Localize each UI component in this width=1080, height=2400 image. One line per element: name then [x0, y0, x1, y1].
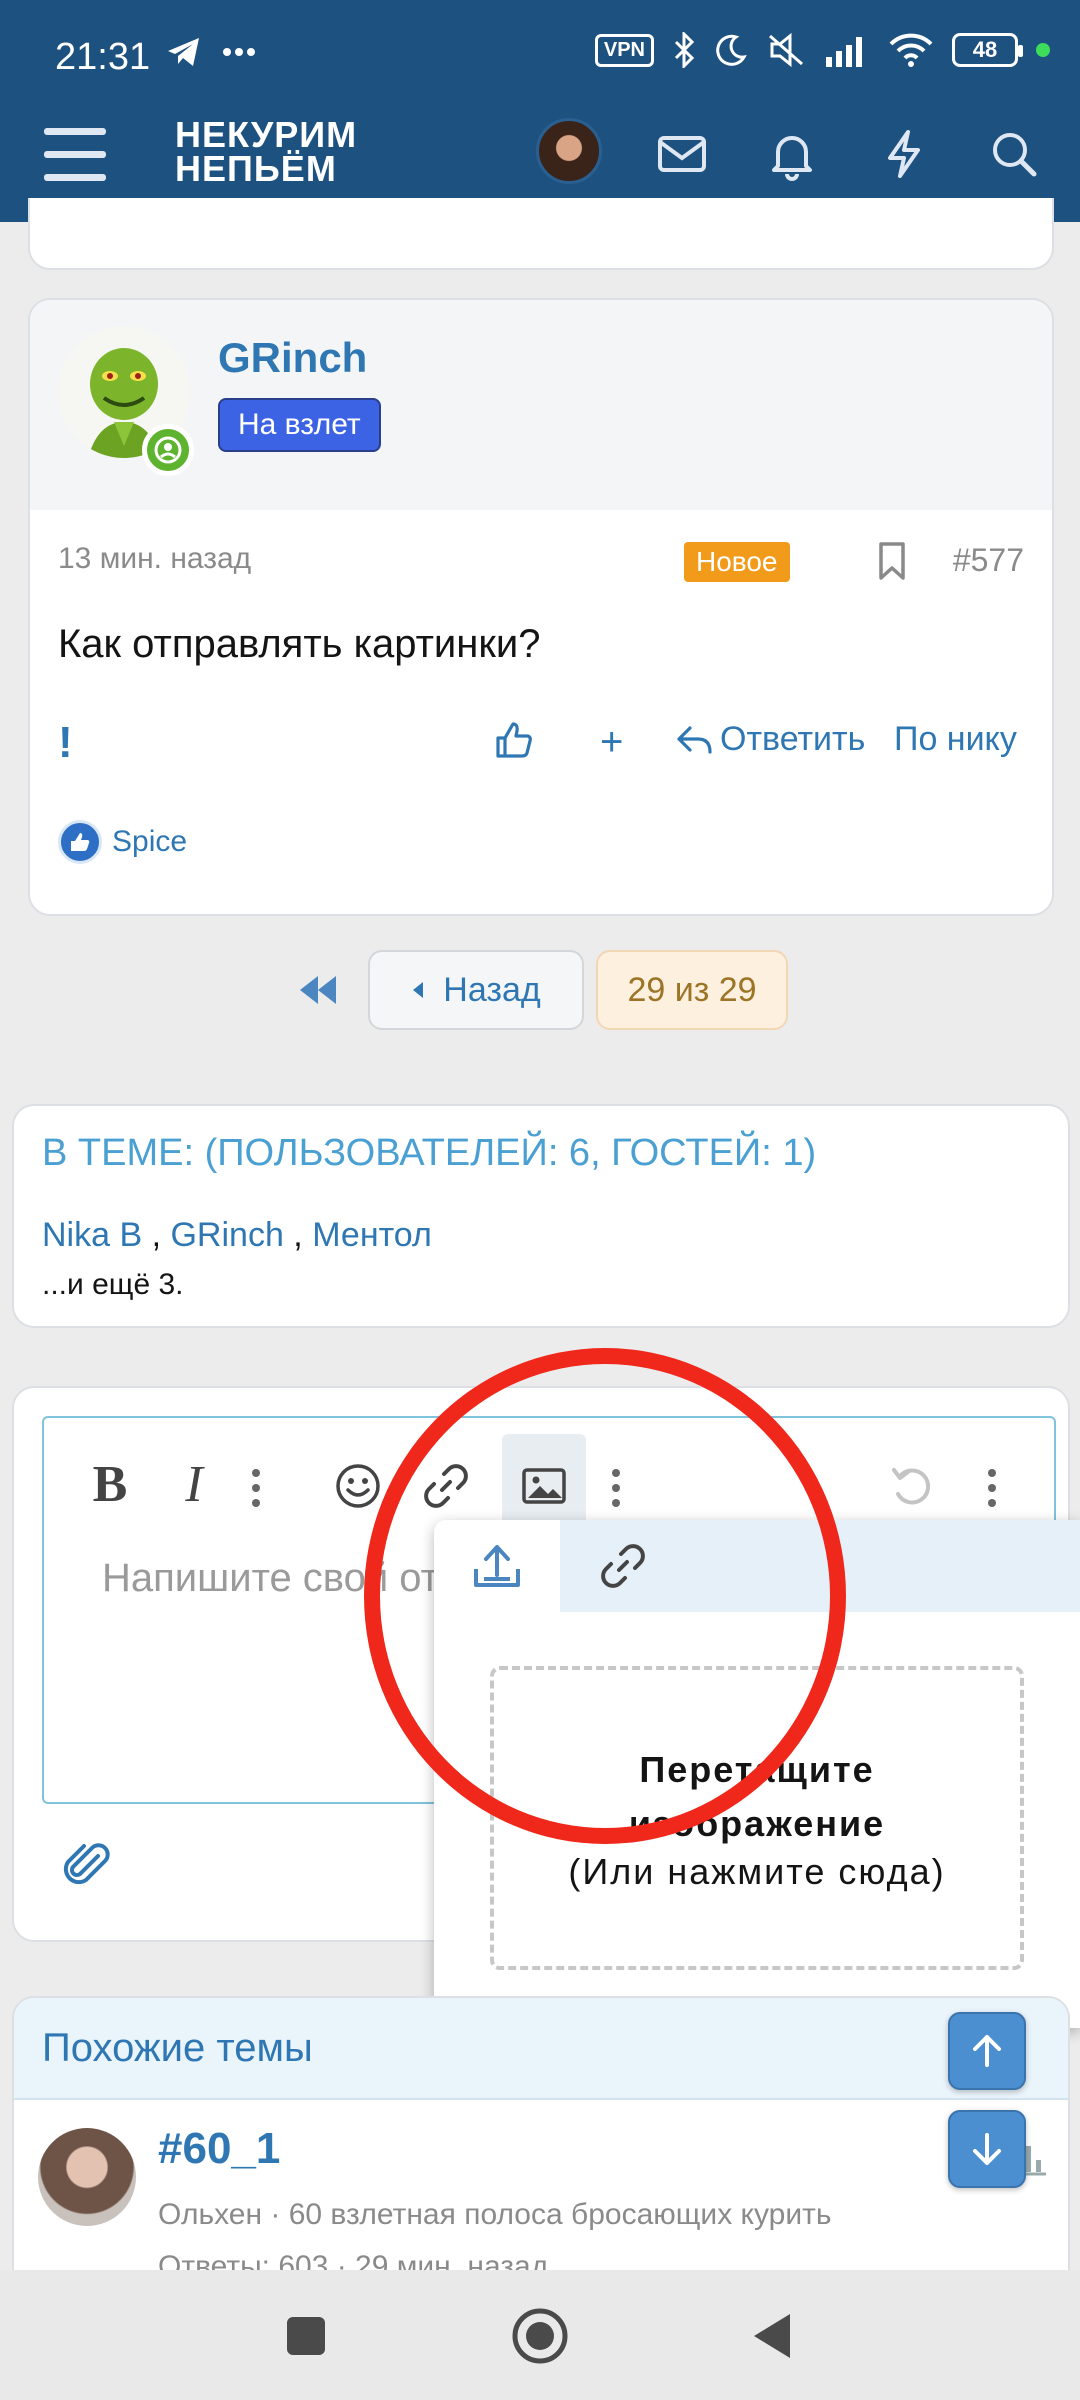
user-avatar[interactable] [536, 118, 602, 184]
online-users-block: В ТЕМЕ: (ПОЛЬЗОВАТЕЛЕЙ: 6, ГОСТЕЙ: 1) Ni… [12, 1104, 1070, 1328]
like-reaction-icon [58, 820, 102, 864]
status-dot [1036, 43, 1050, 57]
search-icon[interactable] [986, 126, 1042, 182]
bold-button[interactable]: B [82, 1444, 138, 1524]
italic-button[interactable]: I [174, 1444, 214, 1524]
scroll-top-button[interactable] [948, 2012, 1026, 2090]
post-time[interactable]: 13 мин. назад [58, 542, 251, 576]
liked-by-user[interactable]: Spice [112, 825, 187, 859]
multiquote-button[interactable]: + [600, 720, 623, 765]
more-dots-icon [223, 48, 255, 56]
dropzone-subtitle: (Или нажмите сюда) [568, 1851, 946, 1892]
home-icon[interactable] [510, 2306, 570, 2366]
tab-upload[interactable] [434, 1520, 560, 1612]
thumbs-up-icon [496, 722, 532, 758]
online-more: ...и ещё 3. [42, 1268, 184, 1301]
status-time: 21:31 [55, 36, 151, 78]
more-options-icon[interactable] [250, 1468, 262, 1508]
arrow-down-icon [973, 2133, 1001, 2165]
reply-button[interactable]: Ответить [676, 720, 865, 759]
more-options-icon[interactable] [986, 1468, 998, 1508]
mute-icon [769, 32, 803, 68]
first-page-icon[interactable] [296, 970, 340, 1010]
similar-topics-title: Похожие темы [42, 2026, 313, 2070]
topic-meta: Ольхен · 60 взлетная полоса бросающих ку… [158, 2198, 832, 2231]
previous-post-card [28, 198, 1054, 270]
image-dropzone[interactable]: Перетащите изображение (Или нажмите сюда… [490, 1666, 1024, 1970]
new-badge: Новое [684, 542, 790, 582]
post-message: Как отправлять картинки? [58, 622, 541, 666]
wifi-icon [889, 33, 933, 67]
author-username[interactable]: GRinch [218, 334, 367, 382]
online-status-icon [142, 424, 194, 476]
reply-icon [677, 725, 712, 754]
caret-left-icon [413, 982, 424, 998]
link-icon[interactable] [422, 1462, 470, 1510]
bell-icon[interactable] [764, 126, 820, 182]
upload-icon [474, 1545, 520, 1587]
online-users-list: Nika B , GRinch , Ментол [42, 1216, 432, 1254]
vpn-icon: VPN [594, 33, 654, 67]
topic-title-link[interactable]: #60_1 [158, 2124, 280, 2174]
page-count-button[interactable]: 29 из 29 [596, 950, 788, 1030]
telegram-icon [168, 38, 199, 66]
status-bar: 21:31 VPN 48 [0, 0, 1080, 110]
post-author-header: GRinch На взлет [30, 300, 1052, 510]
topic-author-avatar[interactable] [38, 2128, 136, 2226]
author-rank-badge: На взлет [218, 398, 381, 452]
back-icon[interactable] [744, 2306, 804, 2366]
online-user-link[interactable]: GRinch [170, 1216, 283, 1254]
bookmark-icon[interactable] [874, 540, 910, 582]
system-nav-bar [0, 2270, 1080, 2400]
online-user-link[interactable]: Nika B [42, 1216, 142, 1254]
emoji-icon[interactable] [334, 1462, 382, 1510]
image-icon[interactable] [520, 1462, 568, 1510]
link-icon [601, 1544, 645, 1588]
popup-tabs [434, 1520, 1080, 1612]
prev-page-button[interactable]: Назад [368, 950, 584, 1030]
battery-icon: 48 [952, 33, 1023, 67]
more-options-icon[interactable] [610, 1468, 622, 1508]
recents-icon[interactable] [276, 2306, 336, 2366]
scroll-bottom-button[interactable] [948, 2110, 1026, 2188]
image-insert-popup: Перетащите изображение (Или нажмите сюда… [434, 1520, 1080, 2028]
bluetooth-icon [674, 32, 695, 68]
arrow-up-icon [973, 2035, 1001, 2067]
dropzone-title: Перетащите изображение [628, 1749, 886, 1844]
app-header: 21:31 VPN 48 НЕКУРИМ НЕПЬЁМ [0, 0, 1080, 222]
site-logo[interactable]: НЕКУРИМ НЕПЬЁМ [175, 117, 357, 187]
menu-icon[interactable] [44, 128, 106, 188]
online-user-link[interactable]: Ментол [312, 1216, 432, 1254]
online-title: В ТЕМЕ: (ПОЛЬЗОВАТЕЛЕЙ: 6, ГОСТЕЙ: 1) [42, 1132, 817, 1174]
undo-icon[interactable] [888, 1462, 936, 1510]
lightning-icon[interactable] [876, 126, 932, 182]
paperclip-icon[interactable] [62, 1840, 112, 1890]
report-button[interactable]: ! [58, 718, 73, 768]
reactions-row[interactable]: Spice [58, 820, 187, 864]
like-button[interactable] [494, 720, 534, 760]
post-card: GRinch На взлет 13 мин. назад Новое #577… [28, 298, 1054, 916]
signal-icon [826, 37, 862, 67]
tab-url[interactable] [560, 1520, 686, 1612]
by-nick-button[interactable]: По нику [894, 720, 1017, 759]
mail-icon[interactable] [654, 126, 710, 182]
moon-icon [716, 34, 747, 66]
post-number[interactable]: #577 [953, 542, 1024, 579]
